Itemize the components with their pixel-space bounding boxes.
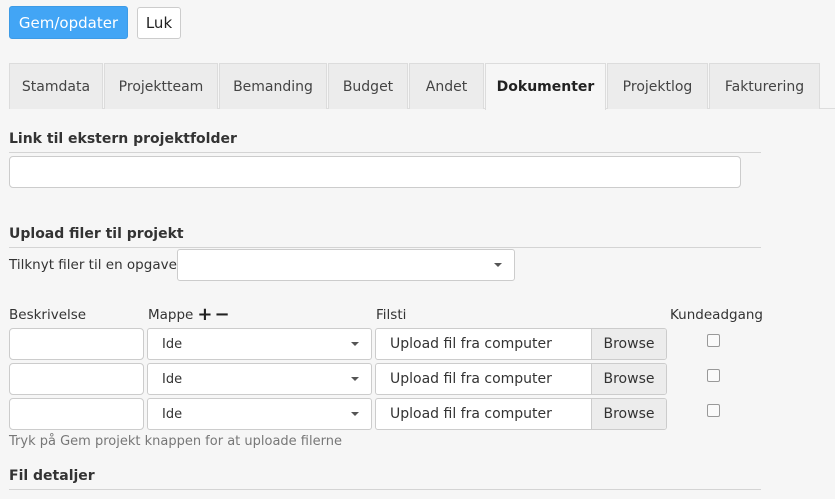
section-divider <box>9 489 761 490</box>
chevron-down-icon <box>351 412 359 416</box>
chevron-down-icon <box>494 263 502 267</box>
browse-button[interactable]: Browse <box>591 329 666 359</box>
file-upload-field[interactable]: Upload fil fra computer Browse <box>375 363 667 395</box>
customer-access-checkbox[interactable] <box>707 334 720 347</box>
plus-icon[interactable]: + <box>197 306 212 324</box>
description-input[interactable] <box>9 328 144 360</box>
folder-select-value: Ide <box>162 406 183 422</box>
file-path-text[interactable]: Upload fil fra computer <box>376 329 591 359</box>
section-divider <box>9 152 761 153</box>
tab-bemanding[interactable]: Bemanding <box>219 63 327 109</box>
file-path-text[interactable]: Upload fil fra computer <box>376 399 591 429</box>
tab-andet[interactable]: Andet <box>409 63 484 109</box>
folder-select[interactable]: Ide <box>147 398 372 430</box>
column-header-filepath: Filsti <box>376 307 407 323</box>
save-update-button[interactable]: Gem/opdater <box>9 6 128 39</box>
file-upload-field[interactable]: Upload fil fra computer Browse <box>375 398 667 430</box>
external-folder-link-input[interactable] <box>9 156 741 188</box>
task-select-label: Tilknyt filer til en opgave <box>9 257 177 273</box>
description-input[interactable] <box>9 398 144 430</box>
customer-access-checkbox[interactable] <box>707 404 720 417</box>
chevron-down-icon <box>351 342 359 346</box>
browse-button[interactable]: Browse <box>591 399 666 429</box>
section-divider <box>9 247 761 248</box>
column-header-customer-access: Kundeadgang <box>670 307 763 323</box>
task-select[interactable] <box>177 249 515 281</box>
file-path-text[interactable]: Upload fil fra computer <box>376 364 591 394</box>
tab-stamdata[interactable]: Stamdata <box>9 63 103 109</box>
minus-icon[interactable]: − <box>214 306 229 324</box>
column-header-description: Beskrivelse <box>9 307 87 323</box>
tab-projektlog[interactable]: Projektlog <box>607 63 708 109</box>
column-header-folder: Mappe + − <box>148 306 230 324</box>
folder-select[interactable]: Ide <box>147 363 372 395</box>
folder-select[interactable]: Ide <box>147 328 372 360</box>
close-button[interactable]: Luk <box>137 7 181 39</box>
upload-section-title: Upload filer til projekt <box>9 226 184 242</box>
file-details-title: Fil detaljer <box>9 468 95 484</box>
tab-projektteam[interactable]: Projektteam <box>104 63 218 109</box>
customer-access-checkbox[interactable] <box>707 369 720 382</box>
external-link-title: Link til ekstern projektfolder <box>9 131 237 147</box>
upload-hint-text: Tryk på Gem projekt knappen for at uploa… <box>9 434 342 449</box>
chevron-down-icon <box>351 377 359 381</box>
tab-fakturering[interactable]: Fakturering <box>709 63 820 109</box>
tab-budget[interactable]: Budget <box>328 63 408 109</box>
file-upload-field[interactable]: Upload fil fra computer Browse <box>375 328 667 360</box>
description-input[interactable] <box>9 363 144 395</box>
folder-header-label: Mappe <box>148 307 194 323</box>
folder-select-value: Ide <box>162 336 183 352</box>
browse-button[interactable]: Browse <box>591 364 666 394</box>
folder-select-value: Ide <box>162 371 183 387</box>
tab-dokumenter[interactable]: Dokumenter <box>485 63 606 110</box>
